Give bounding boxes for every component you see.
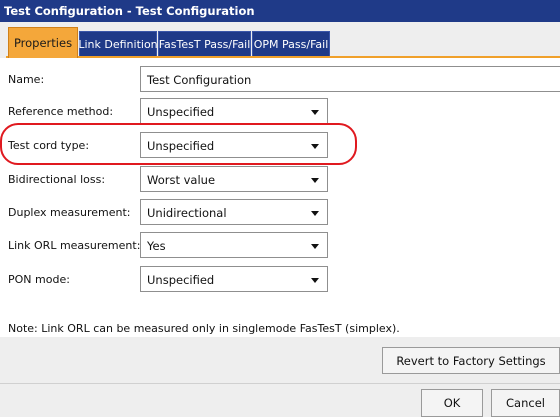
revert-to-factory-settings-button[interactable]: Revert to Factory Settings [382,347,560,374]
duplex-measurement-label: Duplex measurement: [8,206,131,219]
tab-strip: Properties Link Definition FasTesT Pass/… [0,22,560,58]
name-input[interactable]: Test Configuration [140,66,560,92]
footer-divider [0,383,560,384]
test-cord-type-row: Test cord type: Unspecified [0,132,560,158]
tab-fastest-pass-fail-label: FasTesT Pass/Fail [158,37,251,51]
duplex-measurement-row: Duplex measurement: Unidirectional [0,199,560,225]
tab-link-definition[interactable]: Link Definition [78,31,158,56]
tab-fastest-pass-fail[interactable]: FasTesT Pass/Fail [158,31,251,56]
pon-mode-dropdown[interactable]: Unspecified [140,266,328,292]
duplex-measurement-dropdown[interactable]: Unidirectional [140,199,328,225]
orl-note: Note: Link ORL can be measured only in s… [8,322,400,335]
chevron-down-icon [311,211,319,216]
name-value: Test Configuration [147,73,252,87]
cancel-button[interactable]: Cancel [491,389,560,417]
link-orl-measurement-dropdown[interactable]: Yes [140,232,328,258]
tab-properties-label: Properties [13,36,73,50]
name-row: Name: Test Configuration [0,66,560,92]
bidirectional-loss-value: Worst value [147,173,216,187]
test-cord-type-label: Test cord type: [8,139,90,152]
window-title: Test Configuration - Test Configuration [0,0,560,22]
tab-link-definition-label: Link Definition [78,37,158,51]
link-orl-measurement-label: Link ORL measurement: [8,239,141,252]
chevron-down-icon [311,110,319,115]
reference-method-row: Reference method: Unspecified [0,98,560,124]
pon-mode-value: Unspecified [147,273,215,287]
test-cord-type-dropdown[interactable]: Unspecified [140,132,328,158]
ok-button[interactable]: OK [421,389,483,417]
chevron-down-icon [311,178,319,183]
test-cord-type-value: Unspecified [147,139,215,153]
name-label: Name: [8,73,45,86]
bidirectional-loss-dropdown[interactable]: Worst value [140,166,328,192]
reference-method-value: Unspecified [147,105,215,119]
properties-panel: Name: Test Configuration Reference metho… [0,58,560,337]
duplex-measurement-value: Unidirectional [147,206,227,220]
tab-opm-pass-fail[interactable]: OPM Pass/Fail [252,31,330,56]
pon-mode-label: PON mode: [8,273,70,286]
bidirectional-loss-label: Bidirectional loss: [8,173,106,186]
chevron-down-icon [311,144,319,149]
link-orl-measurement-row: Link ORL measurement: Yes [0,232,560,258]
tab-opm-pass-fail-label: OPM Pass/Fail [253,37,329,51]
chevron-down-icon [311,278,319,283]
reference-method-label: Reference method: [8,105,114,118]
pon-mode-row: PON mode: Unspecified [0,266,560,292]
chevron-down-icon [311,244,319,249]
bidirectional-loss-row: Bidirectional loss: Worst value [0,166,560,192]
link-orl-measurement-value: Yes [147,239,166,253]
reference-method-dropdown[interactable]: Unspecified [140,98,328,124]
tab-properties[interactable]: Properties [8,27,78,58]
